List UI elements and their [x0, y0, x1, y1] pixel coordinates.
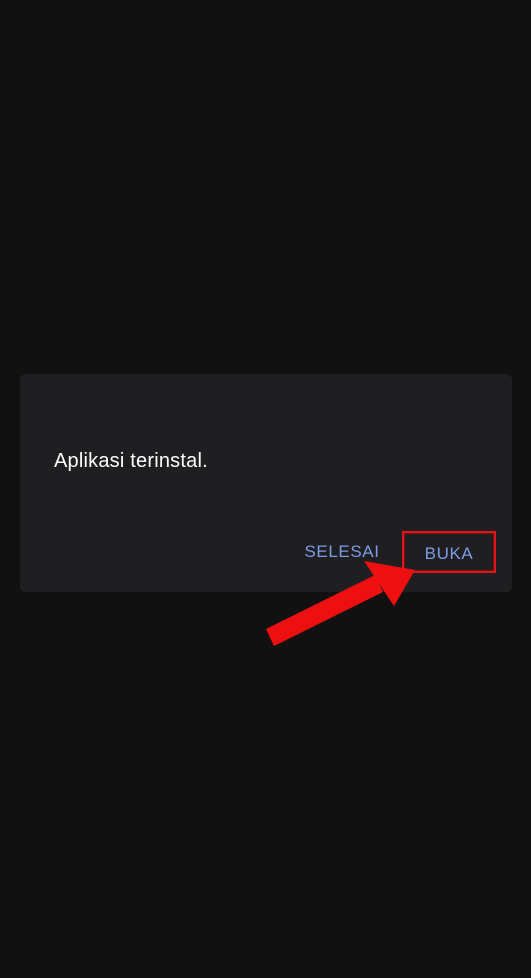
open-button[interactable]: BUKA [402, 531, 496, 573]
dialog-message: Aplikasi terinstal. [54, 450, 208, 472]
dialog-actions: SELESAI BUKA [20, 531, 512, 573]
done-button[interactable]: SELESAI [292, 531, 392, 573]
screen: Aplikasi terinstal. SELESAI BUKA [0, 0, 531, 978]
install-complete-dialog: Aplikasi terinstal. SELESAI BUKA [20, 374, 512, 592]
